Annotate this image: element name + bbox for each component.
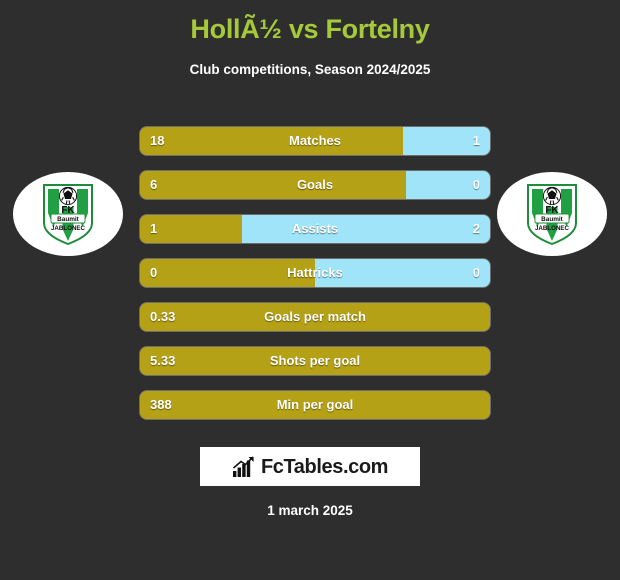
stat-label: Goals per match — [264, 309, 366, 324]
stats-list: 18 Matches 1 6 Goals 0 1 Assists 2 0 Hattricks 0 0.3… — [140, 127, 490, 419]
stat-label: Shots per goal — [269, 353, 361, 368]
svg-text:FK: FK — [545, 205, 559, 216]
stat-row: 6 Goals 0 — [140, 171, 490, 199]
fctables-logo[interactable]: FcTables.com — [200, 447, 420, 486]
stat-row: 0.33 Goals per match — [140, 303, 490, 331]
svg-text:FK: FK — [61, 205, 75, 216]
home-team-badge: FK Baumit JABLONEC — [13, 172, 123, 256]
stat-away-value: 2 — [472, 221, 480, 236]
page-subtitle: Club competitions, Season 2024/2025 — [189, 62, 431, 77]
svg-text:Baumit: Baumit — [57, 216, 80, 223]
away-badge-oval: FK Baumit JABLONEC — [497, 172, 607, 256]
stat-row: 388 Min per goal — [140, 391, 490, 419]
bar-chart-icon — [232, 455, 254, 477]
stat-away-value: 0 — [472, 265, 480, 280]
stat-away-value: 0 — [472, 177, 480, 192]
logo-text: FcTables.com — [260, 455, 389, 478]
home-badge-oval: FK Baumit JABLONEC — [13, 172, 123, 256]
footer-date: 1 march 2025 — [267, 503, 353, 518]
stat-row: 5.33 Shots per goal — [140, 347, 490, 375]
stat-label: Hattricks — [287, 265, 343, 280]
stat-label: Goals — [296, 177, 334, 192]
stat-row: 0 Hattricks 0 — [140, 259, 490, 287]
svg-text:Baumit: Baumit — [541, 216, 564, 223]
stat-row: 18 Matches 1 — [140, 127, 490, 155]
stat-label: Min per goal — [276, 397, 354, 412]
away-team-badge: FK Baumit JABLONEC — [497, 172, 607, 256]
page-title: HollÃ½ vs Fortelny — [190, 14, 430, 44]
player-comparison-infographic: { "header": { "title": "HollÃ½ vs Fortel… — [0, 0, 620, 580]
logo-inner: FcTables.com — [232, 456, 388, 478]
header: HollÃ½ vs Fortelny Club competitions, Se… — [0, 0, 620, 79]
comparison-area: FK Baumit JABLONEC FK Baumit JABLONEC 18… — [0, 110, 620, 440]
stat-label: Assists — [291, 221, 339, 236]
home-club-crest-icon: FK Baumit JABLONEC — [42, 183, 94, 245]
stat-row: 1 Assists 2 — [140, 215, 490, 243]
svg-text:JABLONEC: JABLONEC — [51, 225, 86, 232]
away-club-crest-icon: FK Baumit JABLONEC — [526, 183, 578, 245]
svg-text:JABLONEC: JABLONEC — [535, 225, 570, 232]
stat-away-value: 1 — [472, 133, 480, 148]
stat-label: Matches — [288, 133, 342, 148]
